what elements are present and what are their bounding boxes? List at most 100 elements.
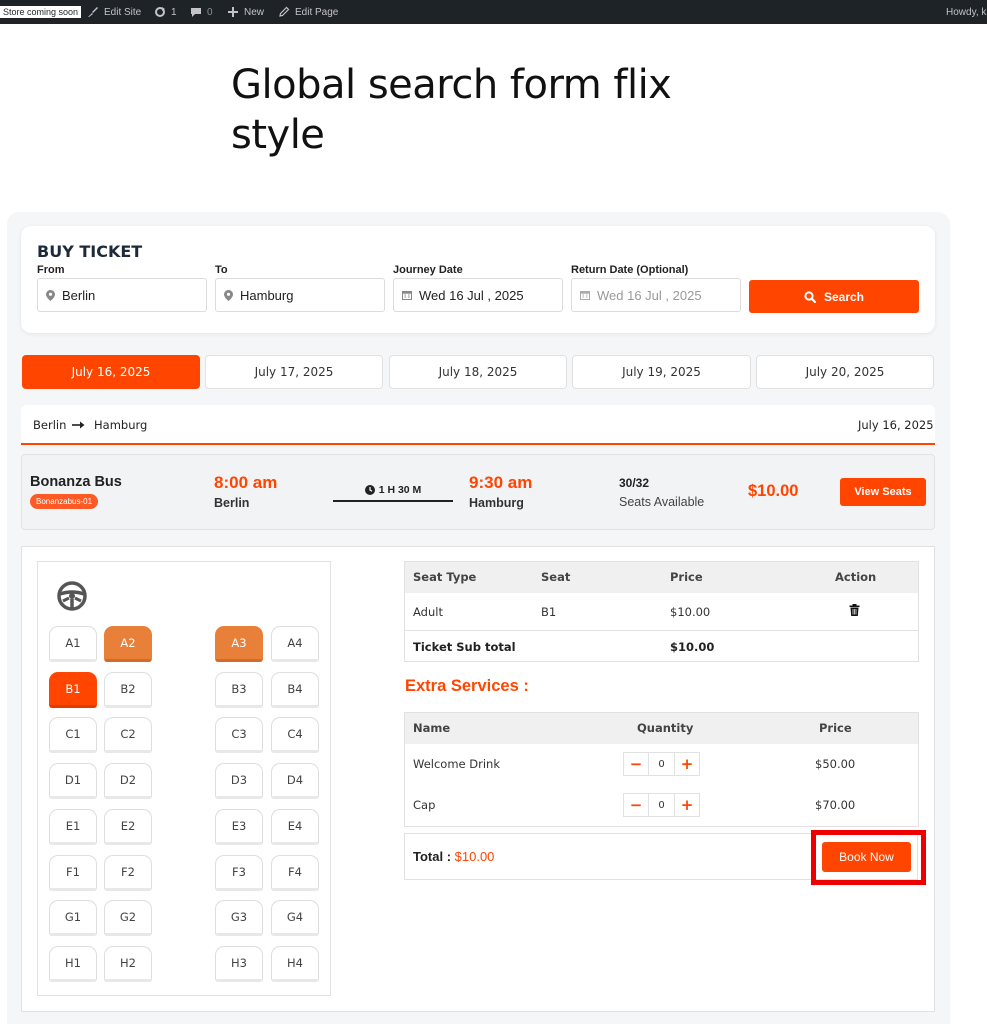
trash-icon[interactable]	[849, 604, 860, 616]
to-label: To	[215, 264, 228, 276]
depart-city: Berlin	[214, 496, 250, 510]
return-date-label: Return Date (Optional)	[571, 264, 689, 276]
seat-f1[interactable]: F1	[49, 855, 97, 891]
seat-b2[interactable]: B2	[104, 672, 152, 708]
seat-e4[interactable]: E4	[271, 809, 319, 845]
seat-h1[interactable]: H1	[49, 946, 97, 982]
seat-g1[interactable]: G1	[49, 900, 97, 936]
quantity-input[interactable]: 0	[648, 794, 675, 816]
search-button[interactable]: Search	[749, 280, 919, 313]
total-value: $10.00	[454, 849, 495, 864]
date-tab-5[interactable]: July 20, 2025	[756, 355, 934, 389]
bus-name: Bonanza Bus	[30, 474, 122, 490]
ticket-price: $10.00	[670, 605, 711, 619]
route-from: Berlin	[33, 418, 67, 432]
comments-link[interactable]: 0	[190, 0, 213, 24]
from-field[interactable]: Berlin	[37, 278, 207, 312]
quantity-input[interactable]: 0	[648, 753, 675, 775]
seat-d1[interactable]: D1	[49, 763, 97, 799]
col-quantity: Quantity	[637, 721, 694, 735]
seat-h4[interactable]: H4	[271, 946, 319, 982]
ticket-subtotal-value: $10.00	[670, 640, 715, 654]
seat-c3[interactable]: C3	[215, 717, 263, 753]
extra-item-price: $70.00	[815, 798, 856, 812]
extra-item-name: Welcome Drink	[413, 757, 500, 771]
book-now-button[interactable]: Book Now	[822, 842, 911, 872]
howdy-user[interactable]: Howdy, k	[946, 0, 986, 24]
updates-count: 1	[171, 6, 177, 18]
edit-page-link[interactable]: Edit Page	[278, 0, 338, 24]
seat-a2[interactable]: A2	[104, 626, 152, 662]
return-date-field[interactable]: Wed 16 Jul , 2025	[571, 278, 741, 312]
return-date-placeholder: Wed 16 Jul , 2025	[597, 287, 702, 303]
col-extra-price: Price	[819, 721, 852, 735]
plus-button[interactable]: +	[675, 753, 699, 775]
search-icon	[804, 290, 816, 303]
seat-a1[interactable]: A1	[49, 626, 97, 662]
date-tab-3[interactable]: July 18, 2025	[389, 355, 567, 389]
seat-h2[interactable]: H2	[104, 946, 152, 982]
seat-f3[interactable]: F3	[215, 855, 263, 891]
page-title: Global search form flix style	[231, 62, 672, 158]
seat-d4[interactable]: D4	[271, 763, 319, 799]
seats-available-label: Seats Available	[619, 495, 705, 509]
seat-a4[interactable]: A4	[271, 626, 319, 662]
arrive-time: 9:30 am	[469, 473, 533, 492]
seat-g2[interactable]: G2	[104, 900, 152, 936]
calendar-icon	[402, 291, 412, 300]
seat-c2[interactable]: C2	[104, 717, 152, 753]
seat-e1[interactable]: E1	[49, 809, 97, 845]
seat-f2[interactable]: F2	[104, 855, 152, 891]
seat-c4[interactable]: C4	[271, 717, 319, 753]
location-pin-icon	[46, 289, 55, 301]
seat-b3[interactable]: B3	[215, 672, 263, 708]
seat-f4[interactable]: F4	[271, 855, 319, 891]
col-seat: Seat	[541, 570, 571, 584]
howdy-label: Howdy, k	[946, 6, 987, 18]
date-tab-4[interactable]: July 19, 2025	[572, 355, 751, 389]
comment-icon	[191, 8, 201, 17]
steering-wheel-icon	[57, 581, 87, 611]
admin-bar: Store coming soon Edit Site 1 0 New Edit…	[0, 0, 987, 24]
minus-button[interactable]: −	[624, 753, 648, 775]
seat-h3[interactable]: H3	[215, 946, 263, 982]
seat-b4[interactable]: B4	[271, 672, 319, 708]
new-link[interactable]: New	[227, 0, 264, 24]
seat-e3[interactable]: E3	[215, 809, 263, 845]
depart-time: 8:00 am	[214, 473, 278, 492]
date-tab-2[interactable]: July 17, 2025	[205, 355, 383, 389]
col-seat-type: Seat Type	[413, 570, 477, 584]
seat-c1[interactable]: C1	[49, 717, 97, 753]
pencil-icon	[279, 6, 290, 17]
edit-page-label: Edit Page	[295, 6, 339, 18]
updates-link[interactable]: 1	[154, 0, 177, 24]
minus-button[interactable]: −	[624, 794, 648, 816]
col-name: Name	[413, 721, 451, 735]
date-tab-1[interactable]: July 16, 2025	[22, 355, 200, 389]
seat-b1[interactable]: B1	[49, 672, 97, 708]
bus-price: $10.00	[748, 482, 799, 500]
edit-site-link[interactable]: Edit Site	[87, 0, 141, 24]
store-coming-soon-badge[interactable]: Store coming soon	[0, 6, 82, 18]
seat-d3[interactable]: D3	[215, 763, 263, 799]
seat-e2[interactable]: E2	[104, 809, 152, 845]
col-action: Action	[835, 570, 877, 584]
location-pin-icon	[224, 289, 233, 301]
brush-icon	[88, 7, 98, 17]
plus-button[interactable]: +	[675, 794, 699, 816]
view-seats-button[interactable]: View Seats	[840, 478, 926, 506]
seat-g4[interactable]: G4	[271, 900, 319, 936]
seat-a3[interactable]: A3	[215, 626, 263, 662]
to-field[interactable]: Hamburg	[215, 278, 385, 312]
ticket-divider	[405, 630, 918, 631]
trip-duration: 1 H 30 M	[333, 484, 453, 496]
clock-icon	[364, 485, 375, 495]
plus-icon	[228, 7, 238, 17]
ticket-type: Adult	[413, 605, 443, 619]
comments-count: 0	[207, 6, 213, 18]
col-price: Price	[670, 570, 703, 584]
seat-d2[interactable]: D2	[104, 763, 152, 799]
seat-g3[interactable]: G3	[215, 900, 263, 936]
journey-date-field[interactable]: Wed 16 Jul , 2025	[393, 278, 563, 312]
total-label: Total :	[413, 849, 455, 864]
